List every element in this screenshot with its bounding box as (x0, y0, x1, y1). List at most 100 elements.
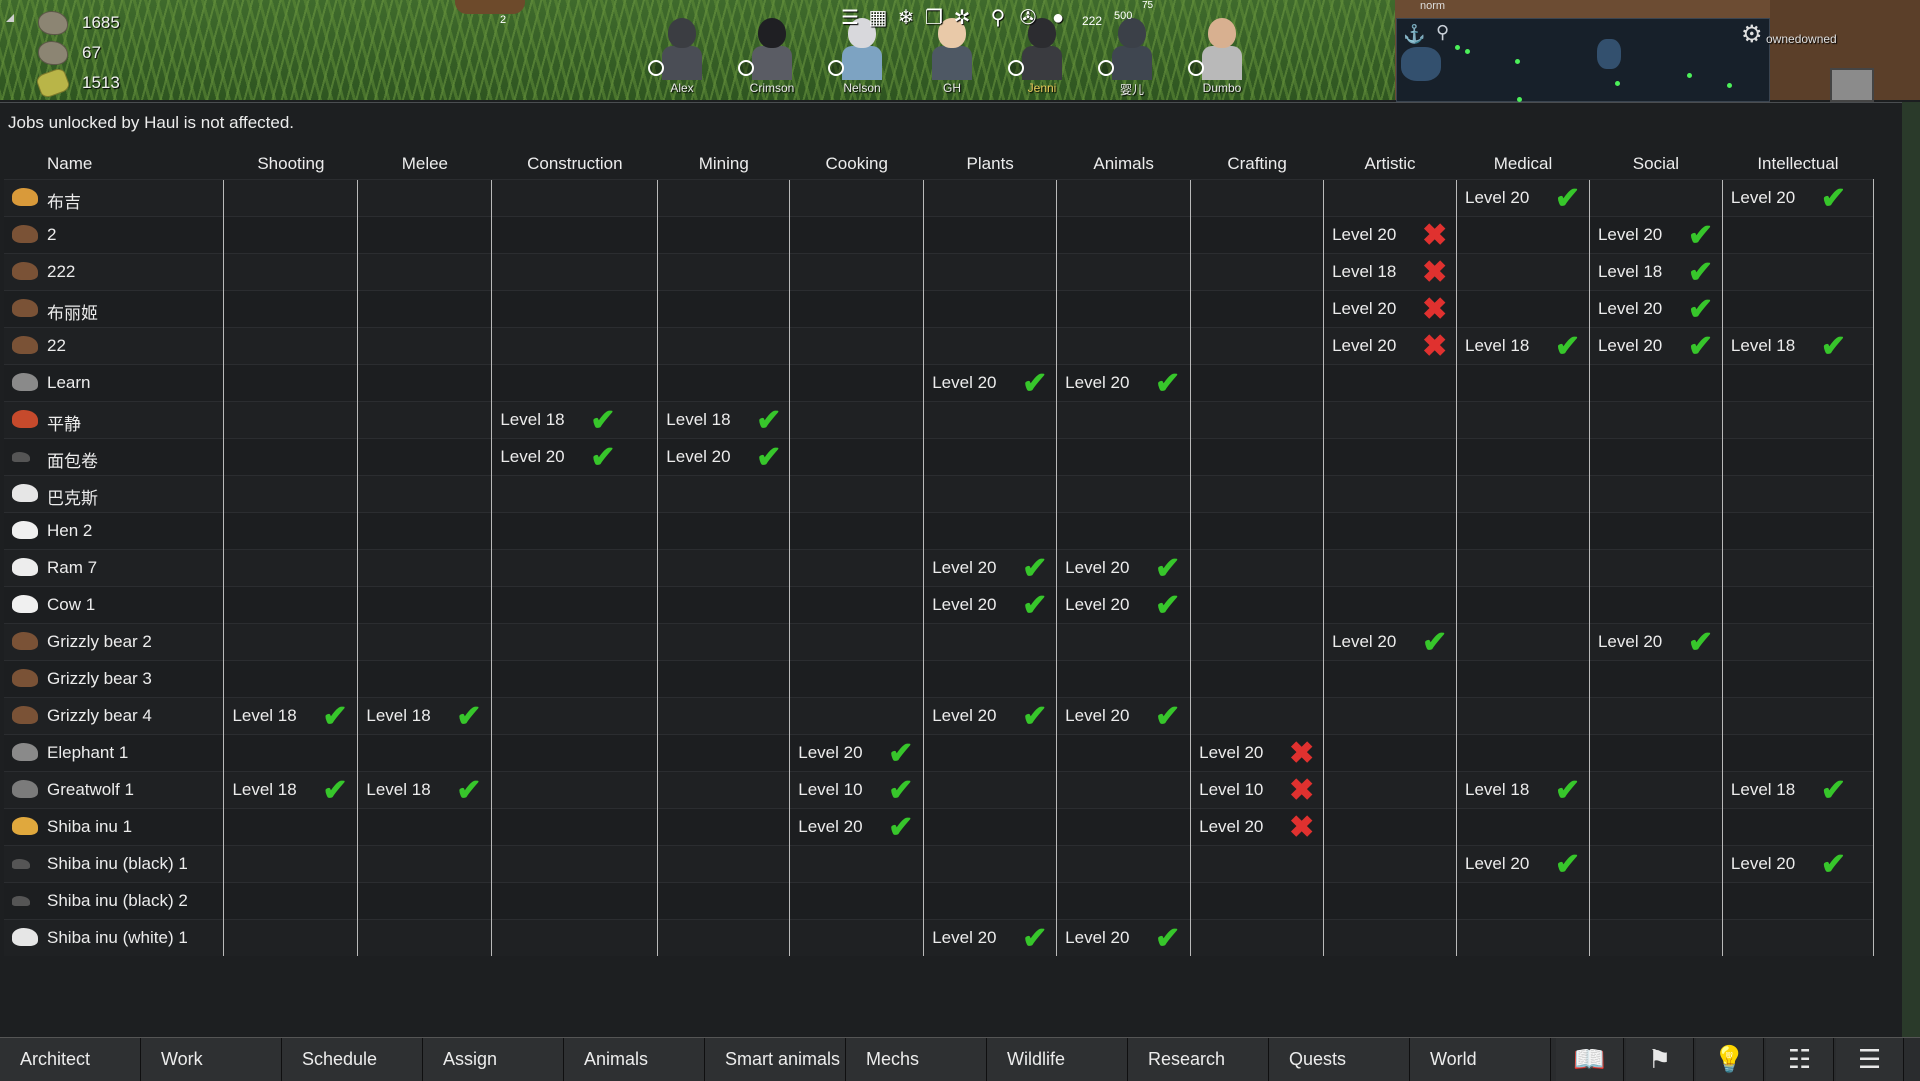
grid-icon[interactable]: ▦ (866, 6, 890, 30)
skill-cell-artistic[interactable] (1323, 697, 1457, 735)
skill-cell-mining[interactable] (657, 364, 790, 402)
skill-cell-artistic[interactable]: Level 18 ✖ (1323, 253, 1457, 291)
skill-cell-plants[interactable]: Level 20 ✔ (923, 697, 1057, 735)
skill-cell-mining[interactable] (657, 771, 790, 809)
animal-name-cell[interactable]: Shiba inu (black) 1 (4, 845, 224, 883)
column-header-construction[interactable]: Construction (492, 149, 658, 180)
skill-cell-artistic[interactable] (1323, 586, 1457, 624)
menu-icon[interactable]: ☰ (1836, 1038, 1904, 1081)
skill-cell-animals[interactable]: Level 20 ✔ (1056, 697, 1191, 735)
skill-cell-mining[interactable] (657, 327, 790, 365)
skill-cell-cooking[interactable] (789, 401, 924, 439)
skill-cell-medical[interactable] (1456, 660, 1590, 698)
magnifier-icon[interactable]: ⚲ (986, 6, 1010, 30)
column-header-medical[interactable]: Medical (1457, 149, 1590, 180)
skill-cell-intellectual[interactable]: Level 20 ✔ (1721, 845, 1875, 883)
skill-cell-social[interactable] (1588, 882, 1723, 920)
skill-cell-artistic[interactable] (1323, 438, 1457, 476)
column-header-shooting[interactable]: Shooting (224, 149, 358, 180)
skill-cell-cooking[interactable] (789, 290, 924, 328)
skill-cell-social[interactable] (1588, 771, 1723, 809)
tab-mechs[interactable]: Mechs (846, 1038, 987, 1081)
skill-cell-artistic[interactable] (1323, 549, 1457, 587)
skill-cell-crafting[interactable] (1190, 845, 1324, 883)
snowflake-icon[interactable]: ❄ (894, 6, 918, 30)
skill-cell-shooting[interactable] (223, 401, 358, 439)
skill-cell-plants[interactable] (923, 290, 1057, 328)
skill-cell-social[interactable] (1588, 734, 1723, 772)
skill-cell-melee[interactable] (357, 253, 492, 291)
skill-cell-cooking[interactable] (789, 216, 924, 254)
skill-cell-animals[interactable] (1056, 845, 1191, 883)
skill-cell-melee[interactable] (357, 808, 492, 846)
skill-cell-cooking[interactable]: Level 20 ✔ (789, 734, 924, 772)
skill-cell-melee[interactable] (357, 512, 492, 550)
skill-cell-animals[interactable] (1056, 290, 1191, 328)
animal-name-cell[interactable]: Ram 7 (4, 549, 224, 587)
animal-name-cell[interactable]: Shiba inu 1 (4, 808, 224, 846)
skill-cell-artistic[interactable] (1323, 475, 1457, 513)
animal-name-cell[interactable]: 2 (4, 216, 224, 254)
skill-cell-social[interactable] (1588, 586, 1723, 624)
animal-name-cell[interactable]: Cow 1 (4, 586, 224, 624)
skill-cell-mining[interactable] (657, 586, 790, 624)
skill-cell-melee[interactable] (357, 882, 492, 920)
skill-cell-animals[interactable] (1056, 808, 1191, 846)
skill-cell-crafting[interactable] (1190, 919, 1324, 956)
skill-cell-animals[interactable] (1056, 734, 1191, 772)
column-header-artistic[interactable]: Artistic (1324, 149, 1457, 180)
skill-cell-mining[interactable] (657, 253, 790, 291)
skill-cell-melee[interactable] (357, 179, 492, 217)
skill-cell-cooking[interactable] (789, 438, 924, 476)
skill-cell-construction[interactable] (491, 771, 658, 809)
skill-cell-artistic[interactable] (1323, 808, 1457, 846)
skill-cell-artistic[interactable] (1323, 401, 1457, 439)
skill-cell-plants[interactable] (923, 734, 1057, 772)
skill-cell-crafting[interactable]: Level 20 ✖ (1190, 734, 1324, 772)
list-icon[interactable]: ☰ (838, 6, 862, 30)
skill-cell-medical[interactable] (1456, 364, 1590, 402)
animal-name-cell[interactable]: Grizzly bear 4 (4, 697, 224, 735)
skill-cell-construction[interactable]: Level 18 ✔ (491, 401, 658, 439)
skill-cell-artistic[interactable] (1323, 660, 1457, 698)
colonist-portrait[interactable]: Alex (640, 0, 724, 100)
skill-cell-medical[interactable] (1456, 438, 1590, 476)
skill-cell-artistic[interactable] (1323, 364, 1457, 402)
skill-cell-medical[interactable] (1456, 216, 1590, 254)
skill-cell-intellectual[interactable] (1721, 623, 1875, 661)
skill-cell-animals[interactable] (1056, 438, 1191, 476)
animal-name-cell[interactable]: 面包卷 (4, 438, 224, 476)
skill-cell-animals[interactable] (1056, 771, 1191, 809)
column-header-cooking[interactable]: Cooking (790, 149, 924, 180)
skill-cell-plants[interactable] (923, 512, 1057, 550)
skill-cell-cooking[interactable] (789, 697, 924, 735)
skill-cell-shooting[interactable] (223, 475, 358, 513)
skill-cell-melee[interactable] (357, 845, 492, 883)
skill-cell-plants[interactable] (923, 808, 1057, 846)
skill-cell-animals[interactable] (1056, 179, 1191, 217)
skill-cell-intellectual[interactable] (1721, 438, 1875, 476)
skill-cell-medical[interactable]: Level 20 ✔ (1456, 845, 1590, 883)
ideas-icon[interactable]: 💡 (1696, 1038, 1764, 1081)
skill-cell-shooting[interactable] (223, 660, 358, 698)
skill-cell-intellectual[interactable] (1721, 660, 1875, 698)
skill-cell-mining[interactable]: Level 18 ✔ (657, 401, 790, 439)
skill-cell-artistic[interactable] (1323, 882, 1457, 920)
skill-cell-shooting[interactable] (223, 438, 358, 476)
colonist-portrait[interactable]: Crimson (730, 0, 814, 100)
copy-icon[interactable]: ❐ (922, 6, 946, 30)
skill-cell-crafting[interactable] (1190, 216, 1324, 254)
skill-cell-medical[interactable]: Level 18 ✔ (1456, 327, 1590, 365)
skill-cell-melee[interactable] (357, 623, 492, 661)
skill-cell-medical[interactable] (1456, 512, 1590, 550)
skill-cell-social[interactable] (1588, 401, 1723, 439)
skill-cell-medical[interactable] (1456, 253, 1590, 291)
animal-name-cell[interactable]: Grizzly bear 2 (4, 623, 224, 661)
skill-cell-construction[interactable] (491, 179, 658, 217)
skill-cell-artistic[interactable]: Level 20 ✔ (1323, 623, 1457, 661)
skill-cell-cooking[interactable] (789, 549, 924, 587)
skill-cell-cooking[interactable] (789, 882, 924, 920)
skill-cell-shooting[interactable] (223, 586, 358, 624)
skill-cell-medical[interactable] (1456, 882, 1590, 920)
skill-cell-intellectual[interactable] (1721, 216, 1875, 254)
